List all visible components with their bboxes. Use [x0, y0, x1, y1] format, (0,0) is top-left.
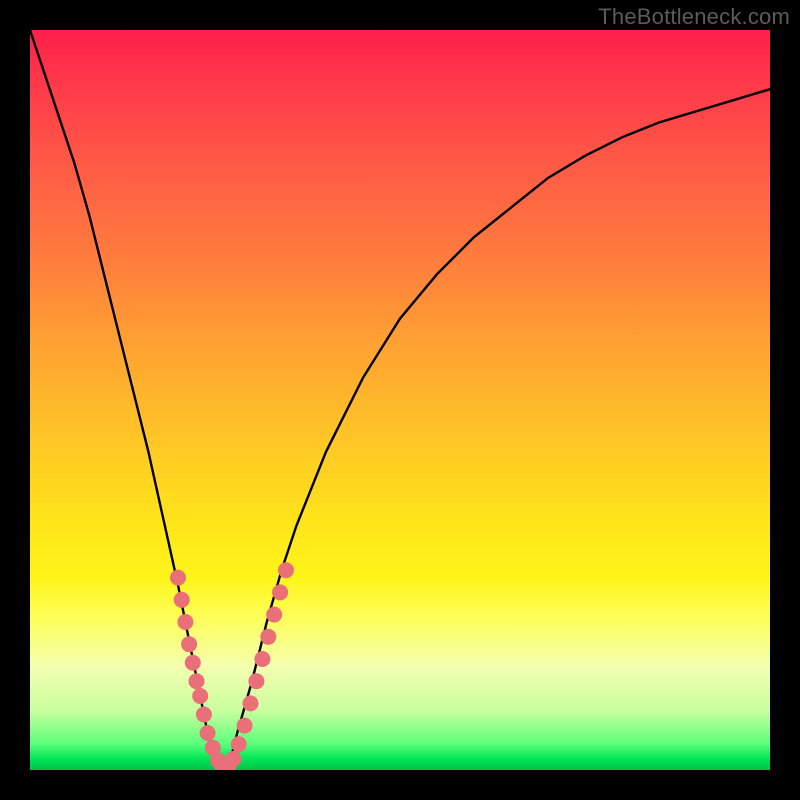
curve-marker [243, 695, 259, 711]
curve-marker [177, 614, 193, 630]
curve-marker [278, 562, 294, 578]
bottleneck-curve [30, 30, 770, 770]
curve-marker [260, 629, 276, 645]
curve-marker [185, 655, 201, 671]
curve-markers [170, 562, 294, 770]
curve-marker [226, 751, 242, 767]
plot-area [30, 30, 770, 770]
curve-marker [181, 636, 197, 652]
curve-marker [254, 651, 270, 667]
bottleneck-curve-svg [30, 30, 770, 770]
curve-marker [266, 607, 282, 623]
chart-frame: TheBottleneck.com [0, 0, 800, 800]
curve-marker [248, 673, 264, 689]
curve-marker [192, 688, 208, 704]
curve-marker [237, 718, 253, 734]
watermark-text: TheBottleneck.com [598, 4, 790, 30]
curve-marker [200, 725, 216, 741]
curve-marker [189, 673, 205, 689]
curve-marker [174, 592, 190, 608]
curve-marker [272, 584, 288, 600]
curve-marker [170, 570, 186, 586]
curve-marker [196, 707, 212, 723]
curve-marker [231, 736, 247, 752]
